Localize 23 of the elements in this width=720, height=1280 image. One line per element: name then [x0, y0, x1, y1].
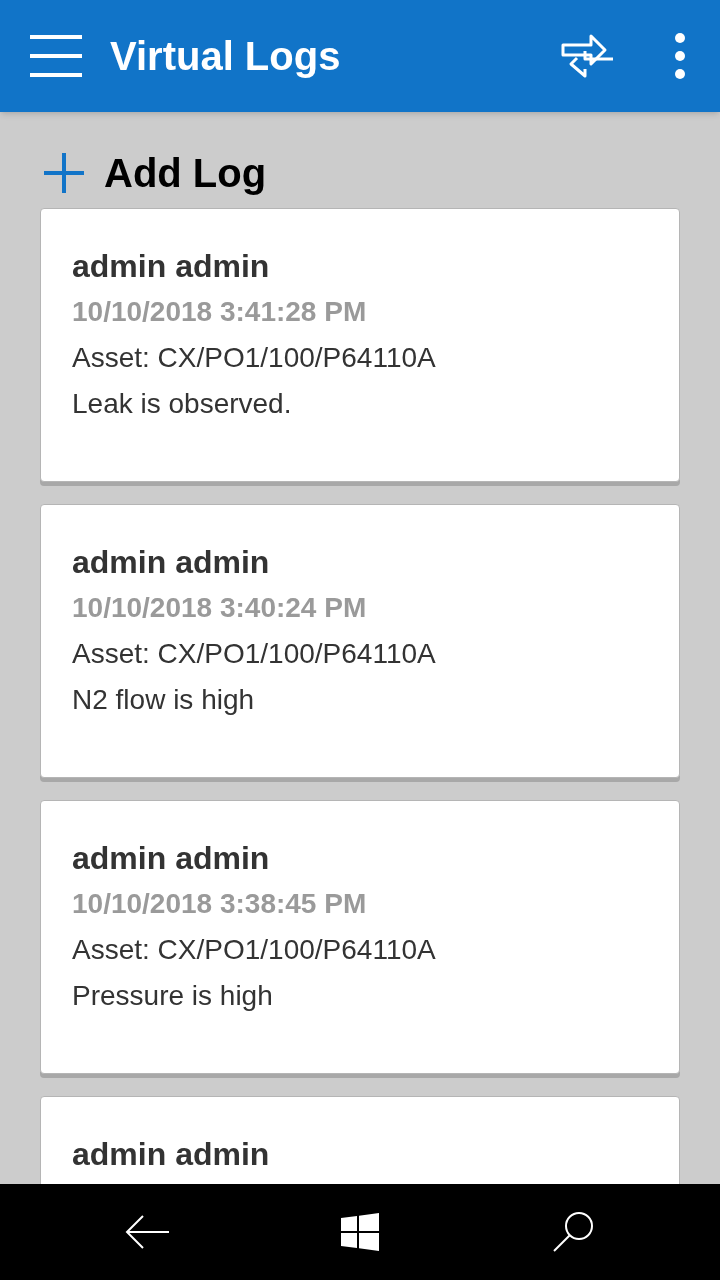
- log-timestamp: 10/10/2018 3:38:45 PM: [72, 887, 368, 921]
- more-icon: [674, 32, 686, 80]
- log-author: admin admin: [72, 839, 271, 878]
- log-timestamp: 10/10/2018 3:40:24 PM: [72, 591, 368, 625]
- search-icon: [552, 1211, 595, 1253]
- plus-icon: [44, 153, 84, 193]
- log-message: Leak is observed.: [72, 387, 293, 421]
- log-asset: Asset: CX/PO1/100/P64110A: [72, 637, 437, 671]
- log-message: N2 flow is high: [72, 683, 256, 717]
- log-timestamp: 10/10/2018 3:41:28 PM: [72, 295, 368, 329]
- menu-icon: [30, 33, 82, 79]
- log-author: admin admin: [72, 1135, 271, 1174]
- log-message: Pressure is high: [72, 979, 274, 1013]
- windows-icon: [341, 1213, 379, 1251]
- log-card[interactable]: admin admin: [40, 1096, 680, 1184]
- app-title: Virtual Logs: [110, 33, 342, 80]
- log-author: admin admin: [72, 543, 271, 582]
- back-arrow-icon: [124, 1214, 169, 1250]
- log-author: admin admin: [72, 247, 271, 286]
- log-asset: Asset: CX/PO1/100/P64110A: [72, 933, 437, 967]
- log-asset: Asset: CX/PO1/100/P64110A: [72, 341, 437, 375]
- swap-arrows-icon: [561, 33, 615, 79]
- add-log-button[interactable]: Add Log: [44, 148, 267, 198]
